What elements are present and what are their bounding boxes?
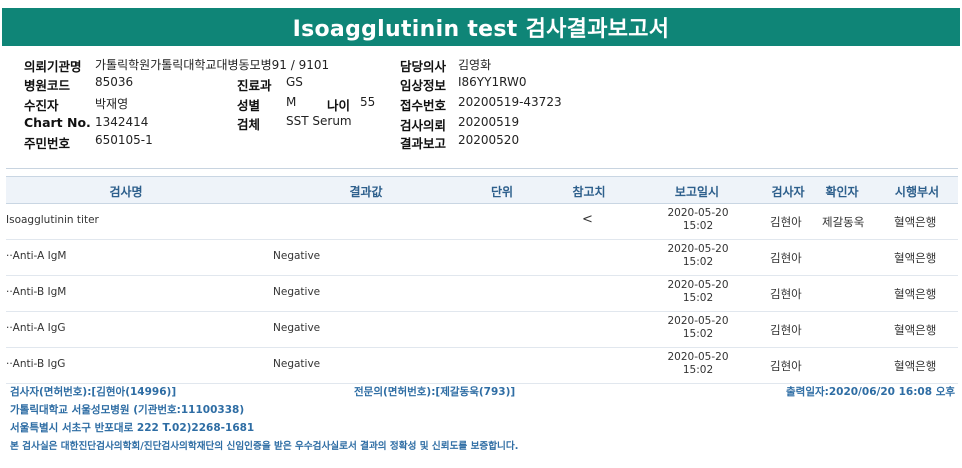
tester-name: 김현아 — [770, 251, 802, 265]
department-label: 진료과 — [237, 78, 272, 93]
request-value: 20200519 — [458, 115, 520, 129]
report-datetime: 2020-05-20 15:02 — [667, 351, 729, 376]
receipt-value: 20200519-43723 — [458, 95, 562, 109]
test-name: ··Anti-A IgM — [6, 250, 67, 262]
results-table-header: 검사명 결과값 단위 참고치 보고일시 검사자 확인자 시행부서 — [6, 176, 958, 204]
result-value: Negative — [273, 250, 321, 262]
report-datetime: 2020-05-20 15:02 — [667, 243, 729, 268]
resident-label: 주민번호 — [24, 136, 71, 151]
institution-value: 가톨릭학원가톨릭대학교대병동모병91 / 9101 — [95, 58, 330, 72]
clinical-label: 임상정보 — [400, 78, 447, 93]
report-datetime: 2020-05-20 15:02 — [667, 315, 729, 340]
footer-address: 서울특별시 서초구 반포대로 222 T.02)2268-1681 — [10, 422, 255, 434]
chart-label: Chart No. — [24, 115, 91, 130]
report-label: 결과보고 — [400, 136, 447, 151]
institution-label: 의뢰기관명 — [24, 59, 82, 74]
table-row: ··Anti-A IgG Negative 2020-05-20 15:02 김현… — [6, 312, 958, 348]
report-title: Isoagglutinin test 검사결과보고서 — [2, 8, 960, 46]
result-value: Negative — [273, 286, 321, 298]
chart-value: 1342414 — [95, 115, 149, 129]
report-datetime: 2020-05-20 15:02 — [667, 279, 729, 304]
report-datetime: 2020-05-20 15:02 — [667, 207, 729, 232]
doctor-value: 김영화 — [458, 58, 492, 72]
table-row: ··Anti-B IgM Negative 2020-05-20 15:02 김현… — [6, 276, 958, 312]
tester-name: 김현아 — [770, 215, 802, 229]
col-reference: 참고치 — [572, 185, 606, 199]
sex-value: M — [286, 95, 297, 109]
patient-value: 박재영 — [95, 97, 129, 111]
resident-value: 650105-1 — [95, 133, 153, 147]
department-value: GS — [286, 75, 303, 89]
result-value: Negative — [273, 322, 321, 334]
reference-value: < — [582, 212, 593, 227]
test-name: Isoagglutinin titer — [6, 214, 99, 226]
hospital-code-label: 병원코드 — [24, 78, 71, 93]
test-name: ··Anti-A IgG — [6, 322, 66, 334]
department-name: 혈액은행 — [894, 215, 937, 229]
doctor-label: 담당의사 — [400, 59, 447, 74]
info-divider — [6, 168, 958, 169]
department-name: 혈액은행 — [894, 287, 937, 301]
test-name: ··Anti-B IgG — [6, 358, 66, 370]
tester-name: 김현아 — [770, 359, 802, 373]
col-report-datetime: 보고일시 — [674, 185, 720, 199]
sex-label: 성별 — [237, 98, 261, 113]
age-label: 나이 — [327, 98, 351, 113]
footer-specialist: 전문의(면허번호):[제갈동욱(793)] — [354, 386, 516, 398]
table-row: ··Anti-B IgG Negative 2020-05-20 15:02 김현… — [6, 348, 958, 384]
hospital-code-value: 85036 — [95, 75, 134, 89]
footer-printed-date: 출력일자:2020/06/20 16:08 오후 — [786, 386, 956, 398]
confirmer-name: 제갈동욱 — [822, 215, 865, 229]
table-row: ··Anti-A IgM Negative 2020-05-20 15:02 김현… — [6, 240, 958, 276]
tester-name: 김현아 — [770, 323, 802, 337]
col-confirmer: 확인자 — [825, 185, 859, 199]
table-row: Isoagglutinin titer < 2020-05-20 15:02 김현… — [6, 204, 958, 240]
col-result: 결과값 — [349, 185, 383, 199]
specimen-label: 검체 — [237, 117, 261, 132]
report-value: 20200520 — [458, 133, 520, 147]
test-name: ··Anti-B IgM — [6, 286, 67, 298]
footer-tester: 검사자(면허번호):[김현아(14996)] — [10, 386, 177, 398]
age-value: 55 — [360, 95, 376, 109]
specimen-value: SST Serum — [286, 114, 352, 128]
col-tester: 검사자 — [771, 185, 805, 199]
footer-certification: 본 검사실은 대한진단검사의학회/진단검사의학재단의 신임인증을 받은 우수검사… — [10, 441, 519, 452]
department-name: 혈액은행 — [894, 251, 937, 265]
request-label: 검사의뢰 — [400, 118, 447, 133]
col-unit: 단위 — [490, 185, 514, 199]
col-department: 시행부서 — [894, 185, 940, 199]
result-value: Negative — [273, 358, 321, 370]
receipt-label: 접수번호 — [400, 98, 447, 113]
clinical-value: I86YY1RW0 — [458, 75, 527, 89]
footer-institution: 가톨릭대학교 서울성모병원 (기관번호:11100338) — [10, 404, 245, 416]
department-name: 혈액은행 — [894, 323, 937, 337]
department-name: 혈액은행 — [894, 359, 937, 373]
patient-label: 수진자 — [24, 98, 59, 113]
tester-name: 김현아 — [770, 287, 802, 301]
col-test-name: 검사명 — [109, 185, 143, 199]
